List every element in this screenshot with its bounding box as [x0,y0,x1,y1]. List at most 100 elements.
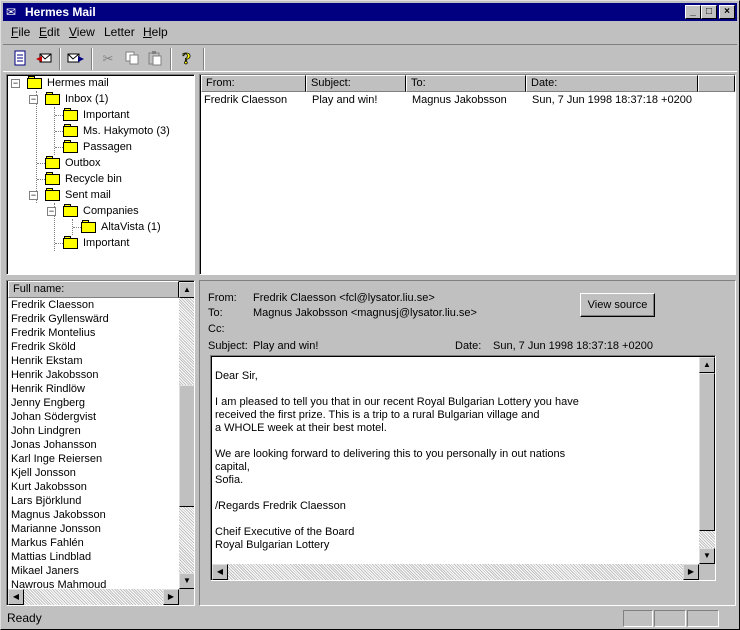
folder-icon [63,204,79,217]
paste-icon[interactable] [146,50,164,68]
contact-item[interactable]: Fredrik Claesson [11,298,94,312]
body-line: received the first prize. This is a trip… [215,409,540,421]
contact-item[interactable]: Fredrik Gyllenswärd [11,312,109,326]
folder-icon [45,156,61,169]
contact-item[interactable]: Lars Björklund [11,494,81,508]
contacts-vscroll-thumb[interactable] [179,385,194,507]
main-window: ✉ Hermes Mail _ □ × File Edit View Lette… [0,0,740,630]
contact-item[interactable]: Mikael Janers [11,564,79,578]
contact-item[interactable]: Henrik Ekstam [11,354,83,368]
cut-icon[interactable]: ✂ [99,50,117,68]
collapse-icon[interactable]: − [47,207,56,216]
contacts-rows: Fredrik Claesson Fredrik Gyllenswärd Fredr… [7,298,179,588]
message-to: Magnus Jakobsson [412,94,507,106]
arrow-down-icon: ▼ [703,551,711,560]
contact-item[interactable]: Kjell Jonsson [11,466,76,480]
contact-item[interactable]: Johan Södergvist [11,410,96,424]
body-line: /Regards Fredrik Claesson [215,500,346,512]
column-from[interactable]: From: [201,75,306,92]
status-panel [654,610,686,627]
contacts-hscroll-track[interactable] [8,589,179,605]
column-subject[interactable]: Subject: [306,75,406,92]
scroll-left-button[interactable]: ◀ [8,589,24,605]
scroll-right-button[interactable]: ▶ [163,589,179,605]
folder-icon [45,92,61,105]
contact-item[interactable]: Magnus Jakobsson [11,508,106,522]
title-bar[interactable]: ✉ Hermes Mail _ □ × [3,3,737,21]
column-to[interactable]: To: [406,75,526,92]
app-icon[interactable]: ✉ [6,5,20,19]
scroll-down-button[interactable]: ▼ [179,573,194,589]
maximize-button[interactable]: □ [701,5,717,19]
message-date: Sun, 7 Jun 1998 18:37:18 +0200 [532,94,692,106]
contact-item[interactable]: Kurt Jakobsson [11,480,87,494]
preview-to-label: To: [208,307,223,319]
body-scroll-up-button[interactable]: ▲ [699,357,715,373]
status-text: Ready [7,611,42,625]
body-vscroll-thumb[interactable] [699,373,715,531]
maximize-icon: □ [705,6,713,17]
collapse-icon[interactable]: − [29,191,38,200]
forward-icon[interactable] [67,50,85,68]
arrow-left-icon: ◀ [216,567,224,576]
preview-date-value: Sun, 7 Jun 1998 18:37:18 +0200 [493,340,653,352]
body-line: a WHOLE week at their best motel. [215,422,387,434]
contact-item[interactable]: John Lindgren [11,424,81,438]
folder-icon [45,188,61,201]
help-icon[interactable]: ? [178,50,196,69]
menu-view[interactable]: View [69,25,95,39]
toolbar: ✂ ? [3,44,737,72]
body-scroll-left-button[interactable]: ◀ [212,564,228,580]
menu-letter[interactable]: Letter [104,25,135,39]
menu-help[interactable]: Help [143,25,168,39]
status-bar: Ready [3,608,737,628]
contact-item[interactable]: Jenny Engberg [11,396,85,410]
collapse-icon[interactable]: − [29,95,38,104]
view-source-button[interactable]: View source [580,293,655,317]
column-filler [698,75,735,92]
contact-item[interactable]: Markus Fahlén [11,536,84,550]
message-subject: Play and win! [312,94,378,106]
body-line: capital, [215,461,250,473]
status-panel [687,610,719,627]
contact-item[interactable]: Henrik Jakobsson [11,368,98,382]
preview-to-value: Magnus Jakobsson <magnusj@lysator.liu.se… [253,307,477,319]
folder-icon [45,172,61,185]
folder-icon [81,220,97,233]
close-button[interactable]: × [719,5,735,19]
folder-icon [27,76,43,89]
contact-item[interactable]: Mattias Lindblad [11,550,91,564]
body-scroll-right-button[interactable]: ▶ [683,564,699,580]
message-body[interactable]: Dear Sir, I am pleased to tell you that i… [210,355,716,581]
body-scroll-down-button[interactable]: ▼ [699,548,715,564]
contact-item[interactable]: Karl Inge Reiersen [11,452,102,466]
column-date[interactable]: Date: [526,75,698,92]
contact-item[interactable]: Marianne Jonsson [11,522,101,536]
preview-cc-label: Cc: [208,323,225,335]
contact-item[interactable]: Fredrik Sköld [11,340,76,354]
collapse-icon[interactable]: − [11,79,20,88]
arrow-right-icon: ▶ [167,592,175,601]
arrow-left-icon: ◀ [12,592,20,601]
window-title: Hermes Mail [25,5,96,19]
contact-item[interactable]: Henrik Rindlöw [11,382,85,396]
scroll-up-button[interactable]: ▲ [179,282,194,298]
body-line: I am pleased to tell you that in our rec… [215,396,579,408]
body-hscroll-track[interactable] [212,564,699,580]
close-icon: × [724,6,730,17]
body-line: We are looking forward to delivering thi… [215,448,566,460]
contact-item[interactable]: Fredrik Montelius [11,326,95,340]
copy-icon[interactable] [123,50,141,68]
contact-item[interactable]: Nawrous Mahmoud [11,578,106,588]
menu-file[interactable]: File [11,25,30,39]
preview-date-label: Date: [455,340,482,352]
folder-icon [63,236,79,249]
column-full-name[interactable]: Full name: [8,281,179,298]
arrow-up-icon: ▲ [183,285,191,294]
menu-edit[interactable]: Edit [39,25,60,39]
minimize-button[interactable]: _ [685,5,701,19]
arrow-up-icon: ▲ [703,360,711,369]
contact-item[interactable]: Jonas Johansson [11,438,97,452]
new-letter-icon[interactable] [11,50,29,68]
reply-icon[interactable] [35,50,53,68]
